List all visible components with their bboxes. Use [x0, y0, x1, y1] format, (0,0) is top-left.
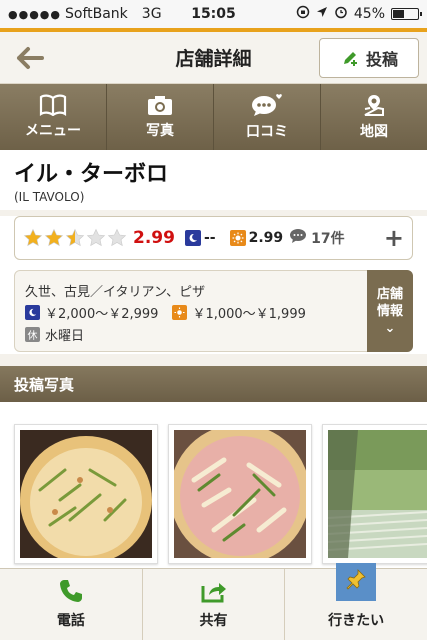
area-genre-text: 久世、古見／イタリアン、ピザ	[25, 284, 206, 300]
tab-menu-label: メニュー	[25, 123, 81, 139]
moon-icon	[25, 304, 40, 320]
navigation-header: 店舗詳細 投稿	[0, 32, 427, 84]
rice-field-photo	[327, 430, 427, 558]
back-arrow-icon	[17, 46, 44, 69]
closed-days: 水曜日	[45, 328, 85, 344]
store-info-label-1: 店舗	[376, 286, 403, 302]
camera-icon	[148, 96, 172, 115]
shop-header: イル・ターボロ (IL TAVOLO)	[0, 150, 427, 210]
star-icon	[107, 228, 127, 247]
signal-strength: ●●●●●	[8, 7, 61, 21]
call-button[interactable]: 電話	[0, 569, 143, 640]
rating-wrapper: 2.99 -- 2.99 17件 + 久世、古見／イタリアン、ピザ ￥2,000…	[0, 216, 427, 354]
sun-icon	[229, 230, 246, 246]
shop-name: イル・ターボロ	[14, 162, 169, 187]
photo-thumbnail[interactable]	[168, 424, 312, 564]
rating-score: 2.99	[133, 228, 175, 248]
battery-percent: 45%	[353, 6, 385, 22]
speech-bubble-icon	[252, 94, 282, 116]
book-icon	[39, 94, 67, 116]
rotation-lock-icon	[296, 5, 310, 23]
area-genre-line: 久世、古見／イタリアン、ピザ	[25, 279, 402, 301]
carrier-name: SoftBank	[65, 6, 128, 22]
budget-line: ￥2,000～￥2,999 ￥1,000～￥1,999	[25, 301, 402, 323]
photo-thumbnail[interactable]	[14, 424, 158, 564]
network-type: 3G	[141, 6, 162, 22]
star-icon	[86, 228, 106, 247]
location-arrow-icon	[316, 6, 328, 22]
pen-plus-icon	[343, 51, 357, 66]
star-rating	[23, 228, 127, 248]
tab-menu[interactable]: メニュー	[0, 84, 107, 150]
store-info-label-2: 情報	[376, 303, 403, 319]
pushpin-icon	[346, 569, 366, 590]
call-label: 電話	[56, 613, 85, 629]
share-button[interactable]: 共有	[143, 569, 286, 640]
phone-icon	[59, 580, 82, 602]
tab-bar: メニュー 写真 口コミ 地図	[0, 84, 427, 150]
battery-icon	[391, 8, 422, 20]
tab-reviews-label: 口コミ	[246, 124, 288, 140]
dinner-score: --	[203, 230, 216, 246]
status-bar: ●●●●● SoftBank 3G 15:05 45%	[0, 0, 427, 28]
alarm-icon	[334, 5, 348, 23]
photo-thumbnail[interactable]	[322, 424, 427, 564]
moon-icon	[184, 230, 201, 246]
shop-name-english: (IL TAVOLO)	[14, 190, 85, 204]
pizza-photo	[20, 430, 152, 564]
pizza-photo	[170, 424, 310, 564]
dinner-budget: ￥2,000～￥2,999	[45, 306, 159, 322]
star-icon	[44, 228, 64, 247]
expand-plus-icon[interactable]: +	[384, 224, 404, 252]
comment-icon	[289, 228, 307, 248]
lunch-score: 2.99	[248, 230, 284, 246]
post-button-label: 投稿	[365, 49, 398, 69]
want-to-go-label: 行きたい	[328, 613, 385, 629]
review-count: 17件	[311, 231, 345, 247]
photos-section-header: 投稿写真	[0, 366, 427, 402]
sun-icon	[172, 304, 188, 320]
tab-photos-label: 写真	[146, 123, 174, 139]
tab-reviews[interactable]: 口コミ	[214, 84, 321, 150]
share-label: 共有	[199, 613, 228, 629]
map-pin-icon	[364, 95, 384, 116]
closed-line: 休 水曜日	[25, 323, 402, 345]
store-info-button[interactable]: 店舗 情報 ⌄	[367, 270, 413, 352]
shop-info-box: 久世、古見／イタリアン、ピザ ￥2,000～￥2,999 ￥1,000～￥1,9…	[14, 270, 413, 352]
rating-box[interactable]: 2.99 -- 2.99 17件 +	[14, 216, 413, 260]
tab-map-label: 地図	[360, 124, 388, 140]
back-button[interactable]	[0, 32, 60, 84]
want-to-go-button[interactable]: 行きたい	[285, 563, 427, 640]
bookmark-flag	[336, 563, 377, 601]
lunch-budget: ￥1,000～￥1,999	[192, 306, 306, 322]
post-button[interactable]: 投稿	[319, 37, 419, 78]
tab-map[interactable]: 地図	[321, 84, 427, 150]
closed-label: 休	[25, 326, 40, 342]
tab-photos[interactable]: 写真	[107, 84, 214, 150]
bottom-action-bar: 電話 共有 行きたい	[0, 563, 427, 640]
share-icon	[201, 583, 226, 603]
star-icon	[23, 228, 43, 247]
chevron-down-icon: ⌄	[384, 320, 396, 336]
star-icon	[65, 228, 85, 247]
photo-strip[interactable]	[0, 402, 427, 580]
photos-section-title: 投稿写真	[14, 375, 75, 394]
